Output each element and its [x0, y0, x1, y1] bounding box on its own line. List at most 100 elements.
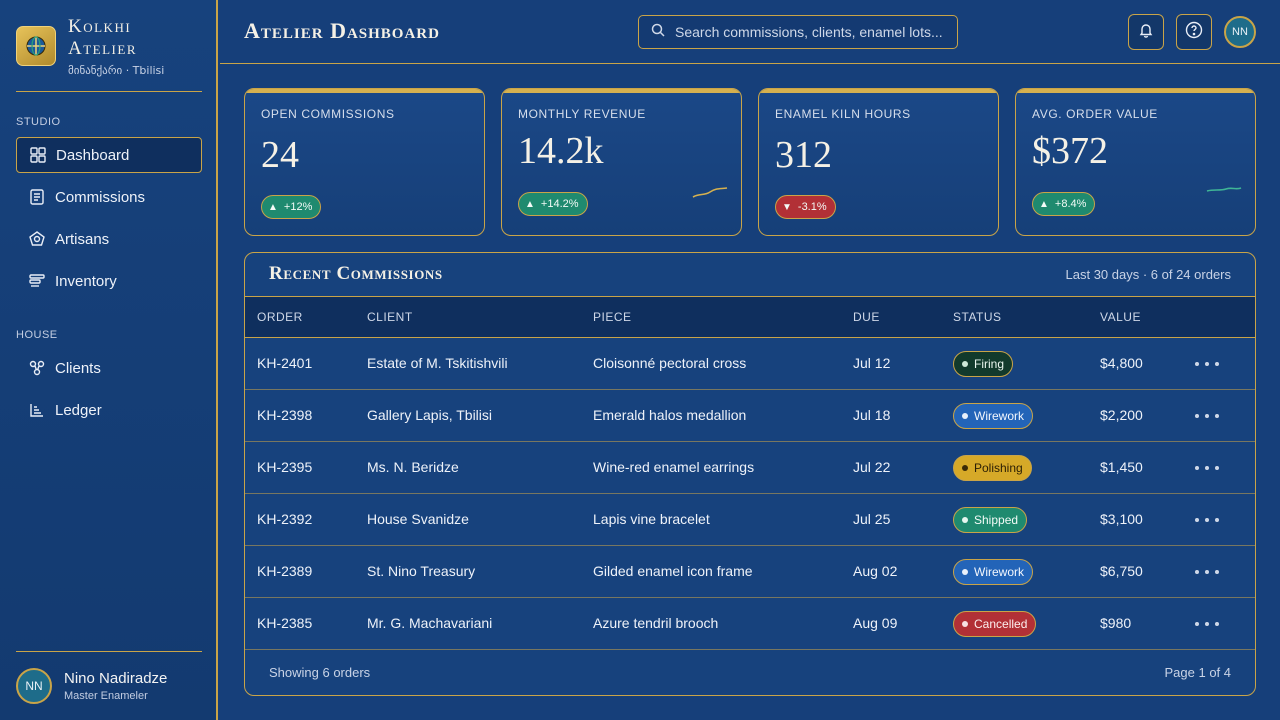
- cell-client: Gallery Lapis, Tbilisi: [367, 407, 493, 423]
- status-dot-icon: [962, 621, 968, 627]
- user-name: Nino Nadiradze: [64, 670, 168, 687]
- cell-order: KH-2398: [257, 407, 313, 423]
- user-role: Master Enameler: [64, 690, 148, 702]
- sidebar-item-label: Artisans: [55, 230, 110, 248]
- column-header-status[interactable]: Status: [953, 310, 1002, 324]
- status-badge: Wirework: [953, 559, 1033, 585]
- table-row[interactable]: KH-2389 St. Nino Treasury Gilded enamel ic…: [245, 546, 1255, 598]
- cell-piece: Azure tendril brooch: [593, 615, 719, 631]
- header: Atelier Dashboard NN: [220, 0, 1280, 64]
- change-badge: ▼ -3.1%: [775, 195, 836, 219]
- notifications-button[interactable]: [1128, 14, 1164, 50]
- more-actions-icon[interactable]: [1195, 616, 1219, 632]
- column-header-order[interactable]: Order: [257, 310, 303, 324]
- table-row[interactable]: KH-2385 Mr. G. Machavariani Azure tendril …: [245, 598, 1255, 650]
- sidebar-item-commissions[interactable]: Commissions: [16, 179, 202, 215]
- cell-value: $1,450: [1100, 459, 1143, 475]
- change-badge: ▲ +8.4%: [1032, 192, 1096, 216]
- table-row[interactable]: KH-2392 House Svanidze Lapis vine bracelet…: [245, 494, 1255, 546]
- section-label-house: HOUSE: [16, 329, 58, 341]
- brand-subtitle: მინანქარი · Tbilisi: [68, 64, 165, 77]
- sparkline-aov: [1206, 187, 1242, 192]
- logo: [16, 26, 56, 66]
- cell-client: Mr. G. Machavariani: [367, 615, 493, 631]
- more-actions-icon[interactable]: [1195, 408, 1219, 424]
- cell-order: KH-2392: [257, 511, 313, 527]
- cell-order: KH-2395: [257, 459, 313, 475]
- change-value: +8.4%: [1054, 198, 1087, 210]
- cell-due: Aug 09: [853, 615, 898, 631]
- table-row[interactable]: KH-2398 Gallery Lapis, Tbilisi Emerald hal…: [245, 390, 1255, 442]
- table-row[interactable]: KH-2395 Ms. N. Beridze Wine-red enamel ear…: [245, 442, 1255, 494]
- cell-client: Estate of M. Tskitishvili: [367, 355, 508, 371]
- sidebar-item-label: Ledger: [55, 401, 102, 419]
- status-label: Polishing: [974, 461, 1023, 475]
- more-actions-icon[interactable]: [1195, 356, 1219, 372]
- cell-due: Jul 22: [853, 459, 891, 475]
- sidebar-item-inventory[interactable]: Inventory: [16, 263, 202, 299]
- column-header-client[interactable]: Client: [367, 310, 413, 324]
- column-header-value[interactable]: Value: [1100, 310, 1141, 324]
- search-box[interactable]: [638, 15, 958, 49]
- stat-card-kiln-hours[interactable]: Enamel Kiln Hours 312 ▼ -3.1%: [758, 88, 999, 236]
- panel-header: Recent Commissions Last 30 days · 6 of 2…: [245, 253, 1255, 297]
- status-label: Wirework: [974, 409, 1024, 423]
- search-icon: [651, 23, 665, 42]
- stat-value: $372: [1032, 130, 1108, 172]
- pentagon-icon: [28, 230, 46, 248]
- cell-piece: Cloisonné pectoral cross: [593, 355, 747, 371]
- pagination[interactable]: Page 1 of 4: [1165, 665, 1232, 680]
- column-header-due[interactable]: Due: [853, 310, 880, 324]
- sidebar-item-label: Clients: [55, 359, 101, 377]
- avatar: NN: [16, 668, 52, 704]
- brand[interactable]: Kolkhi Atelier მინანქარი · Tbilisi: [16, 16, 164, 77]
- globe-icon: [26, 36, 46, 56]
- stat-value: 312: [775, 134, 832, 176]
- arrow-down-icon: ▼: [782, 201, 792, 213]
- stat-card-monthly-revenue[interactable]: Monthly Revenue 14.2k ▲ +14.2%: [501, 88, 742, 236]
- cell-due: Jul 18: [853, 407, 891, 423]
- sidebar-divider: [16, 651, 202, 652]
- status-badge: Shipped: [953, 507, 1028, 533]
- panel-title: Recent Commissions: [269, 263, 443, 284]
- sidebar: Kolkhi Atelier მინანქარი · Tbilisi STUDI…: [0, 0, 218, 720]
- ledger-icon: [28, 401, 46, 419]
- cell-value: $980: [1100, 615, 1132, 631]
- sidebar-divider: [16, 91, 202, 92]
- header-avatar[interactable]: NN: [1224, 16, 1256, 48]
- panel-meta: Last 30 days · 6 of 24 orders: [1065, 267, 1231, 282]
- stat-card-avg-order-value[interactable]: Avg. Order Value $372 ▲ +8.4%: [1015, 88, 1256, 236]
- grid-icon: [29, 146, 47, 164]
- status-badge: Wirework: [953, 403, 1033, 429]
- more-actions-icon[interactable]: [1195, 460, 1219, 476]
- cell-due: Jul 25: [853, 511, 891, 527]
- status-badge: Polishing: [953, 455, 1032, 481]
- sidebar-item-dashboard[interactable]: Dashboard: [16, 137, 202, 173]
- column-header-piece[interactable]: Piece: [593, 310, 632, 324]
- bell-icon: [1138, 22, 1154, 43]
- status-dot-icon: [962, 361, 968, 367]
- status-dot-icon: [962, 413, 968, 419]
- help-button[interactable]: [1176, 14, 1212, 50]
- stat-label: Avg. Order Value: [1032, 107, 1158, 121]
- stat-label: Open Commissions: [261, 107, 395, 121]
- more-actions-icon[interactable]: [1195, 512, 1219, 528]
- status-dot-icon: [962, 569, 968, 575]
- change-badge: ▲ +12%: [261, 195, 322, 219]
- more-actions-icon[interactable]: [1195, 564, 1219, 580]
- cell-piece: Wine-red enamel earrings: [593, 459, 755, 475]
- clients-icon: [28, 359, 46, 377]
- stat-card-open-commissions[interactable]: Open Commissions 24 ▲ +12%: [244, 88, 485, 236]
- status-badge: Cancelled: [953, 611, 1037, 637]
- cell-due: Jul 12: [853, 355, 891, 371]
- cell-order: KH-2385: [257, 615, 313, 631]
- sidebar-item-ledger[interactable]: Ledger: [16, 392, 202, 428]
- user-profile[interactable]: NN Nino Nadiradze Master Enameler: [16, 668, 167, 704]
- table-row[interactable]: KH-2401 Estate of M. Tskitishvili Cloisonn…: [245, 338, 1255, 390]
- sidebar-item-artisans[interactable]: Artisans: [16, 221, 202, 257]
- stat-value: 24: [261, 134, 299, 176]
- recent-commissions-panel: Recent Commissions Last 30 days · 6 of 2…: [244, 252, 1256, 696]
- sidebar-item-clients[interactable]: Clients: [16, 350, 202, 386]
- cell-value: $2,200: [1100, 407, 1143, 423]
- search-input[interactable]: [675, 24, 945, 40]
